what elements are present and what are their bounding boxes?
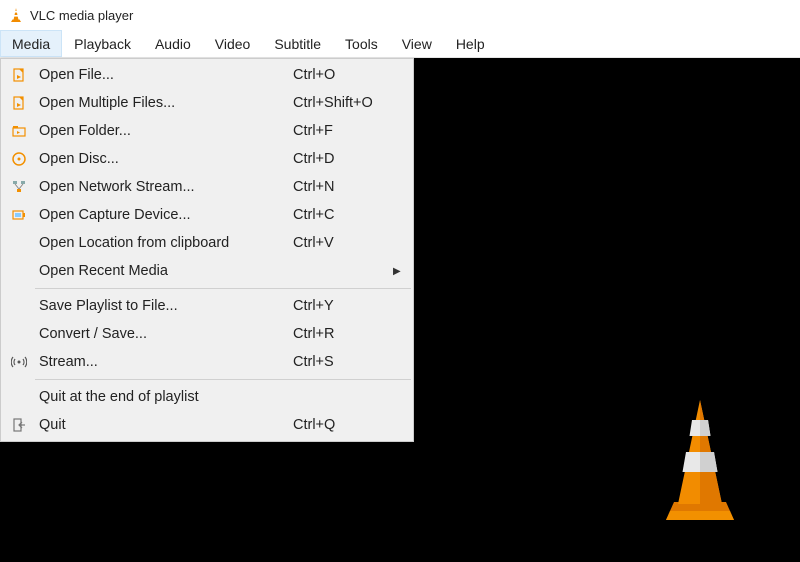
menu-item-label: Open Disc... [33, 151, 293, 167]
no-icon [5, 324, 33, 344]
menu-item[interactable]: Quit at the end of playlist [1, 383, 413, 411]
menu-item[interactable]: Open Multiple Files...Ctrl+Shift+O [1, 89, 413, 117]
menu-item[interactable]: Open Disc...Ctrl+D [1, 145, 413, 173]
file-icon [5, 65, 33, 85]
menu-item-label: Open Folder... [33, 123, 293, 139]
menu-item-shortcut: Ctrl+N [293, 179, 393, 195]
menu-subtitle[interactable]: Subtitle [262, 30, 333, 57]
file-icon [5, 93, 33, 113]
menu-item-shortcut: Ctrl+F [293, 123, 393, 139]
menu-item-label: Open Multiple Files... [33, 95, 293, 111]
menu-item-label: Quit [33, 417, 293, 433]
menu-item-label: Open Network Stream... [33, 179, 293, 195]
menu-item-shortcut: Ctrl+Q [293, 417, 393, 433]
menu-item-label: Open Location from clipboard [33, 235, 293, 251]
menu-item[interactable]: Open Recent Media ▶ [1, 257, 413, 285]
menu-video[interactable]: Video [203, 30, 263, 57]
no-icon [5, 261, 33, 281]
menu-item-label: Convert / Save... [33, 326, 293, 342]
folder-icon [5, 121, 33, 141]
no-icon [5, 233, 33, 253]
stream-icon [5, 352, 33, 372]
menu-item-label: Open File... [33, 67, 293, 83]
menu-separator [35, 288, 411, 289]
menu-item[interactable]: QuitCtrl+Q [1, 411, 413, 439]
network-icon [5, 177, 33, 197]
vlc-cone-icon [8, 7, 24, 23]
menu-item[interactable]: Open File...Ctrl+O [1, 61, 413, 89]
window-title: VLC media player [30, 8, 133, 23]
menu-item[interactable]: Open Network Stream...Ctrl+N [1, 173, 413, 201]
submenu-arrow-icon: ▶ [393, 266, 405, 277]
menu-item-shortcut: Ctrl+V [293, 235, 393, 251]
no-icon [5, 387, 33, 407]
menubar: Media Playback Audio Video Subtitle Tool… [0, 30, 800, 58]
menu-item-shortcut: Ctrl+Y [293, 298, 393, 314]
menu-item-shortcut: Ctrl+O [293, 67, 393, 83]
no-icon [5, 296, 33, 316]
menu-audio[interactable]: Audio [143, 30, 203, 57]
menu-item-label: Quit at the end of playlist [33, 389, 293, 405]
quit-icon [5, 415, 33, 435]
menu-item-shortcut: Ctrl+S [293, 354, 393, 370]
menu-tools[interactable]: Tools [333, 30, 390, 57]
menu-item-label: Stream... [33, 354, 293, 370]
menu-media[interactable]: Media [0, 30, 62, 57]
menu-item-shortcut: Ctrl+D [293, 151, 393, 167]
menu-item[interactable]: Open Folder...Ctrl+F [1, 117, 413, 145]
media-dropdown-menu: Open File...Ctrl+OOpen Multiple Files...… [0, 58, 414, 442]
disc-icon [5, 149, 33, 169]
window-titlebar: VLC media player [0, 0, 800, 30]
menu-item-label: Save Playlist to File... [33, 298, 293, 314]
menu-item-shortcut: Ctrl+R [293, 326, 393, 342]
menu-item[interactable]: Open Capture Device...Ctrl+C [1, 201, 413, 229]
menu-item-shortcut: Ctrl+C [293, 207, 393, 223]
vlc-cone-logo [630, 392, 770, 532]
menu-item-label: Open Recent Media [33, 263, 293, 279]
menu-separator [35, 379, 411, 380]
menu-item[interactable]: Convert / Save...Ctrl+R [1, 320, 413, 348]
menu-item-shortcut: Ctrl+Shift+O [293, 95, 393, 111]
menu-item-label: Open Capture Device... [33, 207, 293, 223]
menu-item[interactable]: Save Playlist to File...Ctrl+Y [1, 292, 413, 320]
menu-view[interactable]: View [390, 30, 444, 57]
menu-help[interactable]: Help [444, 30, 497, 57]
menu-playback[interactable]: Playback [62, 30, 143, 57]
menu-item[interactable]: Stream...Ctrl+S [1, 348, 413, 376]
menu-item[interactable]: Open Location from clipboardCtrl+V [1, 229, 413, 257]
capture-icon [5, 205, 33, 225]
